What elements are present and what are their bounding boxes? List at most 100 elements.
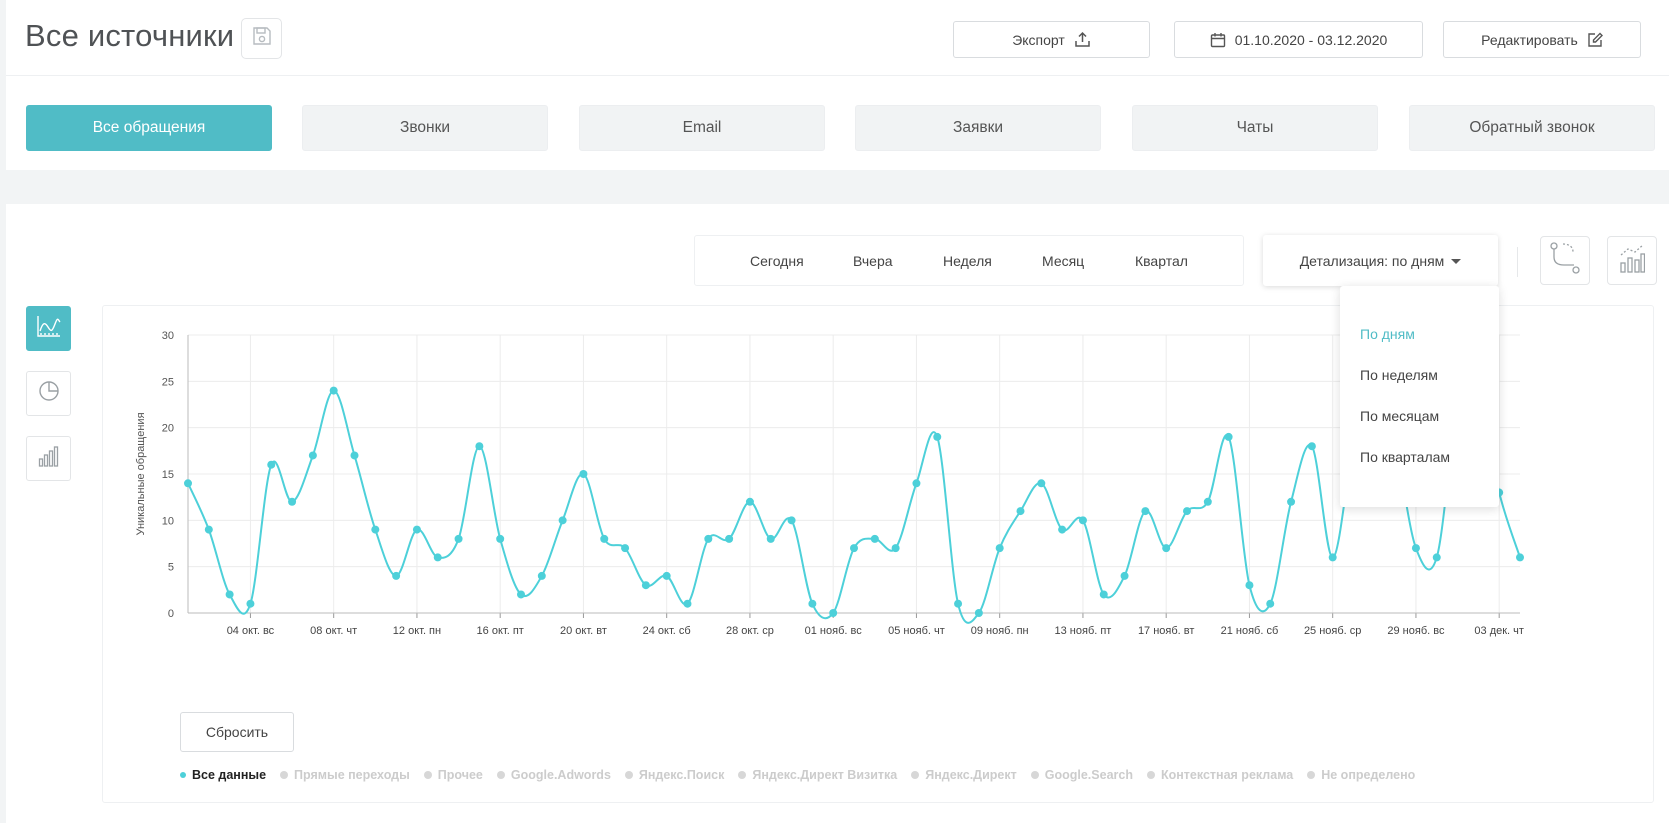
legend-dot xyxy=(738,771,747,779)
legend-dot xyxy=(1030,771,1039,779)
pie-chart-button[interactable] xyxy=(26,371,71,416)
data-point xyxy=(870,534,879,543)
data-point xyxy=(1245,581,1254,590)
data-point xyxy=(496,534,505,543)
tab-label: Звонки xyxy=(399,119,451,136)
legend-item[interactable]: Google.Search xyxy=(1030,768,1133,782)
legend-item[interactable]: Не определено xyxy=(1307,768,1415,782)
legend-label: Яндекс.Поиск xyxy=(638,768,725,782)
detail-option-days[interactable]: По дням xyxy=(1360,326,1415,342)
tab-chats[interactable]: Чаты xyxy=(1132,105,1378,151)
tab-email[interactable]: Email xyxy=(579,105,825,151)
data-point xyxy=(1203,497,1212,506)
detail-option-quarters[interactable]: По кварталам xyxy=(1360,449,1450,465)
legend-item[interactable]: Все данные xyxy=(180,768,266,782)
x-tick-label: 04 окт. вс xyxy=(227,625,275,637)
pie-chart-icon xyxy=(38,380,60,407)
period-month[interactable]: Месяц xyxy=(1042,253,1084,269)
y-tick-label: 30 xyxy=(162,330,174,342)
detail-dropdown-menu: По дням По неделям По месяцам По квартал… xyxy=(1340,286,1499,507)
data-point xyxy=(308,451,317,460)
legend-item[interactable]: Яндекс.Директ Визитка xyxy=(738,768,897,782)
data-point xyxy=(246,599,255,608)
data-point xyxy=(204,525,213,534)
date-range-button[interactable]: 01.10.2020 - 03.12.2020 xyxy=(1174,21,1423,58)
legend-item[interactable]: Контекстная реклама xyxy=(1146,768,1293,782)
line-chart-button[interactable] xyxy=(26,306,71,351)
legend-item[interactable]: Прямые переходы xyxy=(280,768,410,782)
curve-mode-button[interactable] xyxy=(1540,236,1590,285)
legend-item[interactable]: Яндекс.Директ xyxy=(911,768,1017,782)
curve-path-icon xyxy=(1550,242,1580,279)
data-point xyxy=(912,479,921,488)
legend-dot xyxy=(280,771,289,779)
legend-item[interactable]: Яндекс.Поиск xyxy=(624,768,725,782)
data-point xyxy=(1162,544,1171,553)
detail-dropdown[interactable]: Детализация: по дням xyxy=(1263,235,1498,286)
y-tick-label: 20 xyxy=(162,423,174,435)
chart-legend: Все данные Прямые переходы Прочее Google.Ad… xyxy=(180,768,1415,782)
y-tick-label: 15 xyxy=(162,469,174,481)
x-tick-label: 29 нояб. вс xyxy=(1387,625,1445,637)
x-tick-label: 16 окт. пт xyxy=(477,625,524,637)
tab-calls[interactable]: Звонки xyxy=(302,105,548,151)
data-point xyxy=(933,432,942,441)
data-point xyxy=(1287,497,1296,506)
edit-icon xyxy=(1587,32,1603,48)
detail-option-months[interactable]: По месяцам xyxy=(1360,408,1439,424)
combo-chart-button[interactable] xyxy=(1607,236,1657,285)
tab-label: Обратный звонок xyxy=(1469,119,1595,136)
edit-button[interactable]: Редактировать xyxy=(1443,21,1641,58)
data-point xyxy=(225,590,234,599)
data-point xyxy=(600,534,609,543)
data-point xyxy=(974,609,983,617)
legend-item[interactable]: Прочее xyxy=(423,768,483,782)
detail-option-weeks[interactable]: По неделям xyxy=(1360,367,1438,383)
export-button-label: Экспорт xyxy=(1012,31,1065,48)
data-point xyxy=(1516,553,1524,562)
tab-requests[interactable]: Заявки xyxy=(855,105,1101,151)
period-week[interactable]: Неделя xyxy=(943,253,992,269)
data-point xyxy=(704,534,713,543)
tab-label: Email xyxy=(682,119,722,136)
legend-item[interactable]: Google.Adwords xyxy=(496,768,611,782)
tab-label: Заявки xyxy=(952,119,1004,136)
save-report-button[interactable] xyxy=(241,18,282,59)
tab-all-requests[interactable]: Все обращения xyxy=(26,105,272,151)
tab-label: Чаты xyxy=(1236,119,1274,136)
data-point xyxy=(475,442,484,451)
data-point xyxy=(1058,525,1067,534)
data-point xyxy=(725,534,734,543)
period-yesterday[interactable]: Вчера xyxy=(853,253,893,269)
legend-dot xyxy=(180,772,186,778)
export-button[interactable]: Экспорт xyxy=(953,21,1150,58)
data-point xyxy=(954,599,963,608)
upload-icon xyxy=(1074,31,1091,48)
x-tick-label: 05 нояб. чт xyxy=(888,625,945,637)
data-point xyxy=(1120,571,1129,580)
data-point xyxy=(829,609,838,617)
y-tick-label: 5 xyxy=(168,562,174,574)
page-title: Все источники xyxy=(25,18,235,53)
data-point xyxy=(1016,507,1025,516)
period-quarter[interactable]: Квартал xyxy=(1135,253,1188,269)
tab-label: Все обращения xyxy=(92,119,206,136)
legend-label: Все данные xyxy=(192,768,267,782)
data-point xyxy=(1183,507,1191,516)
detail-dropdown-label: Детализация: по дням xyxy=(1299,252,1445,269)
data-point xyxy=(1141,507,1150,516)
data-point xyxy=(662,571,671,580)
tab-callback[interactable]: Обратный звонок xyxy=(1409,105,1655,151)
legend-dot xyxy=(1146,771,1155,779)
data-point xyxy=(745,497,754,506)
x-tick-label: 21 нояб. сб xyxy=(1221,625,1279,637)
reset-button[interactable]: Сбросить xyxy=(180,712,294,752)
legend-label: Не определено xyxy=(1321,768,1416,782)
bar-chart-icon xyxy=(38,445,60,472)
legend-label: Google.Adwords xyxy=(510,768,611,782)
data-point xyxy=(808,599,817,608)
period-today[interactable]: Сегодня xyxy=(750,253,804,269)
legend-dot xyxy=(423,771,432,779)
legend-dot xyxy=(911,771,920,779)
bar-chart-button[interactable] xyxy=(26,436,71,481)
